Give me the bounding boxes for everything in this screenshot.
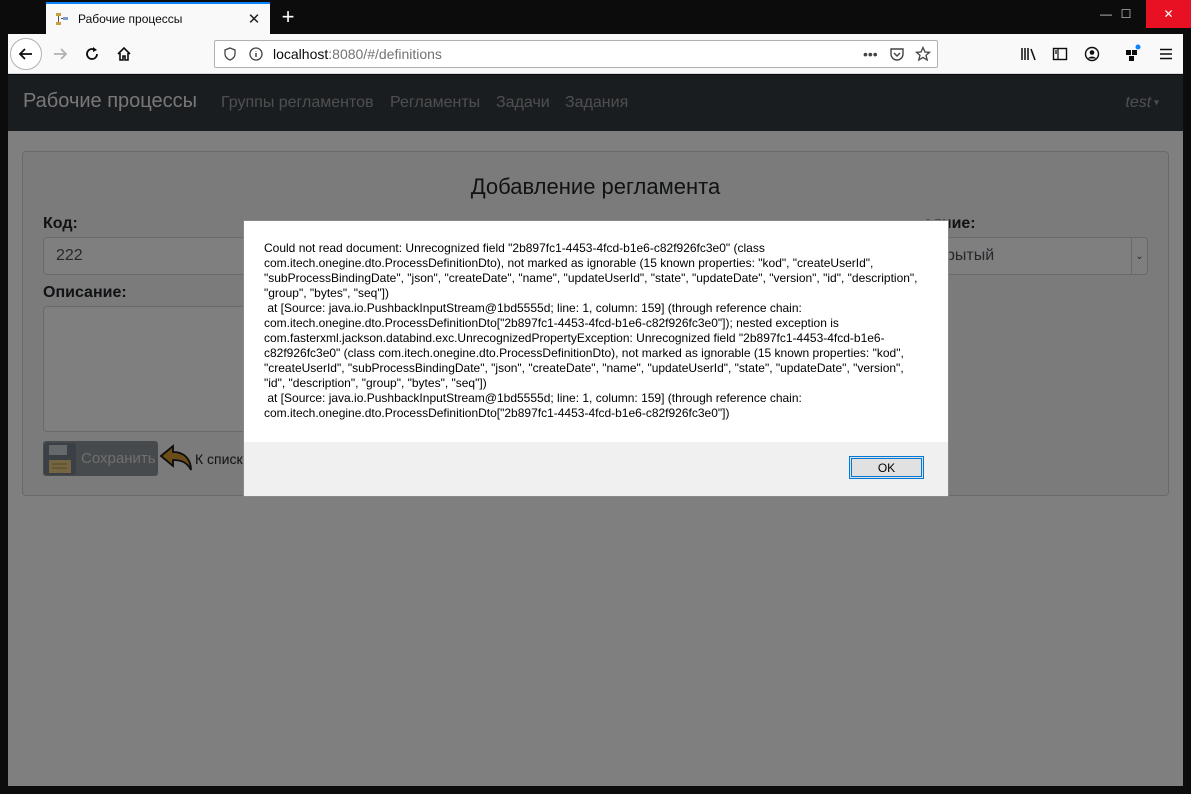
account-icon[interactable] [1084, 46, 1100, 62]
new-tab-button[interactable]: + [276, 4, 300, 30]
ok-button[interactable]: OK [849, 456, 924, 479]
error-message: Could not read document: Unrecognized fi… [264, 241, 918, 420]
reload-button[interactable] [76, 38, 108, 70]
shield-icon[interactable] [223, 47, 237, 61]
url-host: localhost [273, 46, 329, 62]
workflow-favicon-icon [54, 11, 70, 27]
home-icon [117, 46, 131, 61]
maximize-icon[interactable]: ☐ [1106, 0, 1146, 28]
arrow-right-icon [54, 48, 68, 60]
reload-icon [86, 47, 98, 60]
close-window-icon[interactable]: ✕ [1146, 0, 1191, 28]
browser-toolbar: localhost:8080/#/definitions ••• [8, 34, 1183, 74]
url-text: localhost:8080/#/definitions [273, 46, 442, 62]
browser-window: Рабочие процессы ✕ + — ☐ ✕ localhost:808… [0, 0, 1191, 794]
dialog-body: Could not read document: Unrecognized fi… [244, 221, 948, 442]
extensions-icon[interactable] [1124, 44, 1142, 62]
arrow-left-icon [18, 48, 32, 60]
close-tab-icon[interactable]: ✕ [244, 9, 264, 29]
tab-title: Рабочие процессы [78, 12, 183, 26]
forward-button[interactable] [44, 38, 76, 70]
tab-bar: Рабочие процессы ✕ + — ☐ ✕ [0, 0, 1191, 34]
error-dialog: Could not read document: Unrecognized fi… [243, 220, 949, 497]
pocket-icon[interactable] [889, 46, 905, 62]
url-path: :8080/#/definitions [328, 46, 442, 62]
sidebar-icon[interactable] [1052, 46, 1068, 62]
page-actions-icon[interactable]: ••• [863, 46, 878, 62]
home-button[interactable] [108, 38, 140, 70]
browser-tab[interactable]: Рабочие процессы ✕ [46, 2, 270, 34]
back-button[interactable] [10, 38, 42, 70]
bookmark-star-icon[interactable] [915, 46, 931, 62]
library-icon[interactable] [1020, 46, 1038, 62]
hamburger-menu-icon[interactable] [1158, 46, 1174, 62]
info-icon[interactable] [249, 47, 263, 61]
url-bar[interactable]: localhost:8080/#/definitions ••• [214, 40, 938, 68]
